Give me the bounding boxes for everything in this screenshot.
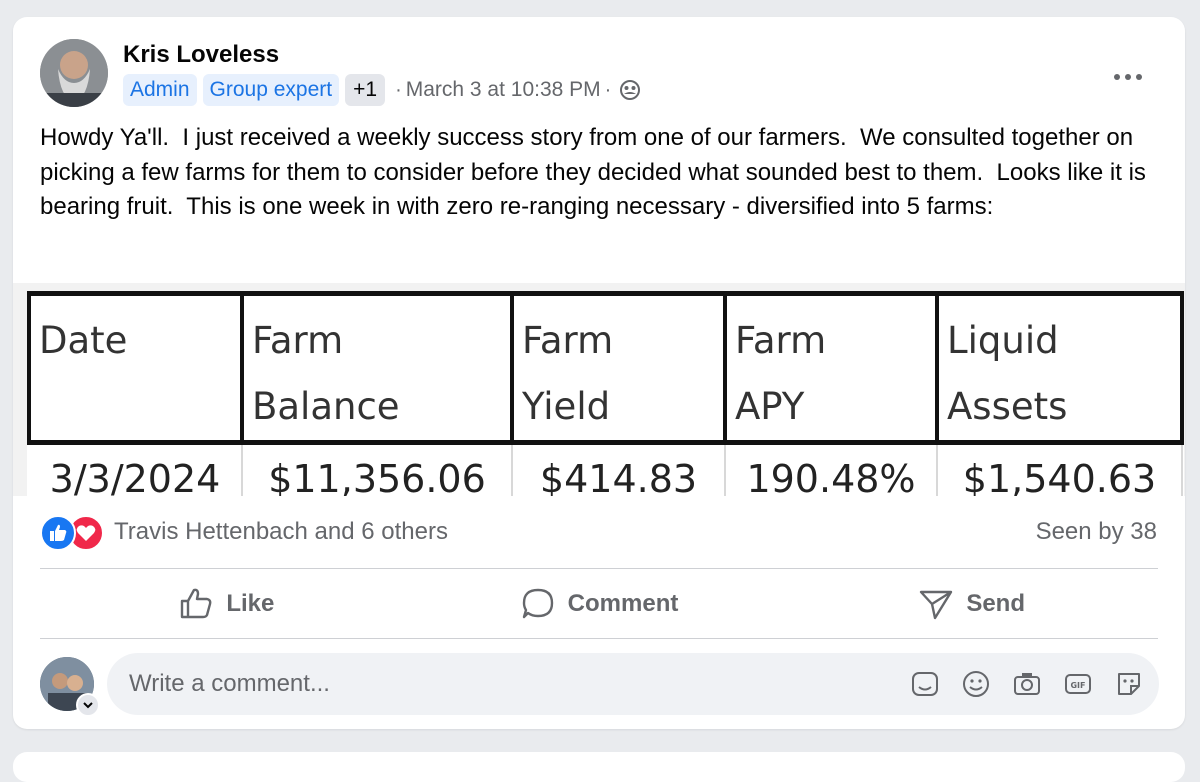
svg-text:GIF: GIF [1070, 681, 1085, 690]
send-button[interactable]: Send [785, 570, 1158, 638]
members-icon[interactable] [619, 79, 641, 101]
cell-farm-apy: 190.48% [725, 442, 938, 496]
post-meta: Admin Group expert +1 · March 3 at 10:38… [123, 73, 641, 107]
divider [40, 568, 1158, 569]
farm-table: Date Farm Balance Farm Yield Farm APY Liqui… [27, 291, 1184, 496]
separator-dot: · [604, 78, 612, 101]
comment-input[interactable] [127, 669, 891, 699]
header-date: Date [27, 291, 244, 445]
table-header-row: Date Farm Balance Farm Yield Farm APY Liqui… [27, 291, 1184, 445]
comment-label: Comment [567, 590, 679, 617]
seen-count[interactable]: Seen by 38 [1036, 518, 1157, 546]
more-options-icon[interactable] [1109, 67, 1147, 87]
admin-badge[interactable]: Admin [123, 74, 197, 106]
header-farm-yield: Farm Yield [510, 291, 727, 445]
post-text: Howdy Ya'll. I just received a weekly su… [40, 124, 1153, 220]
thumbs-up-icon [181, 588, 212, 619]
emoji-icon[interactable] [960, 668, 992, 700]
like-label: Like [226, 590, 275, 617]
chevron-down-icon[interactable] [76, 693, 100, 717]
gif-icon[interactable]: GIF [1062, 668, 1094, 700]
cell-farm-balance: $11,356.06 [242, 442, 513, 496]
post-timestamp[interactable]: March 3 at 10:38 PM [406, 78, 601, 102]
header-liquid-assets: Liquid Assets [935, 291, 1184, 445]
action-bar: Like Comment Send [40, 570, 1158, 638]
like-reaction-icon [40, 515, 76, 551]
cell-liquid-assets: $1,540.63 [937, 442, 1183, 496]
cell-farm-yield: $414.83 [512, 442, 726, 496]
table-row: 3/3/2024 $11,356.06 $414.83 190.48% $1,5… [29, 442, 1183, 496]
more-badges-badge[interactable]: +1 [345, 74, 386, 106]
sticker-icon[interactable] [909, 668, 941, 700]
divider [40, 638, 1158, 639]
comment-tools: GIF [909, 668, 1145, 700]
comment-bubble-icon [522, 588, 553, 619]
avatar-sticker-icon[interactable] [1113, 668, 1145, 700]
send-label: Send [966, 590, 1026, 617]
separator-dot: · [395, 78, 402, 101]
header-farm-balance: Farm Balance [240, 291, 514, 445]
comment-button[interactable]: Comment [413, 570, 786, 638]
post-image[interactable]: Date Farm Balance Farm Yield Farm APY Liqui… [13, 283, 1185, 496]
camera-icon[interactable] [1011, 668, 1043, 700]
group-expert-badge[interactable]: Group expert [202, 74, 340, 106]
author-name[interactable]: Kris Loveless [123, 41, 279, 69]
reaction-names[interactable]: Travis Hettenbach and 6 others [114, 518, 448, 546]
header-farm-apy: Farm APY [723, 291, 939, 445]
reaction-icons [40, 515, 106, 551]
like-button[interactable]: Like [40, 570, 413, 638]
author-avatar[interactable] [40, 39, 108, 107]
post-card: Kris Loveless Admin Group expert +1 · Ma… [13, 17, 1185, 729]
next-post-card [13, 752, 1185, 782]
cell-date: 3/3/2024 [29, 442, 243, 496]
reactions-summary[interactable]: Travis Hettenbach and 6 others [40, 514, 448, 551]
comment-box[interactable]: GIF [107, 653, 1159, 715]
send-icon [920, 590, 953, 620]
